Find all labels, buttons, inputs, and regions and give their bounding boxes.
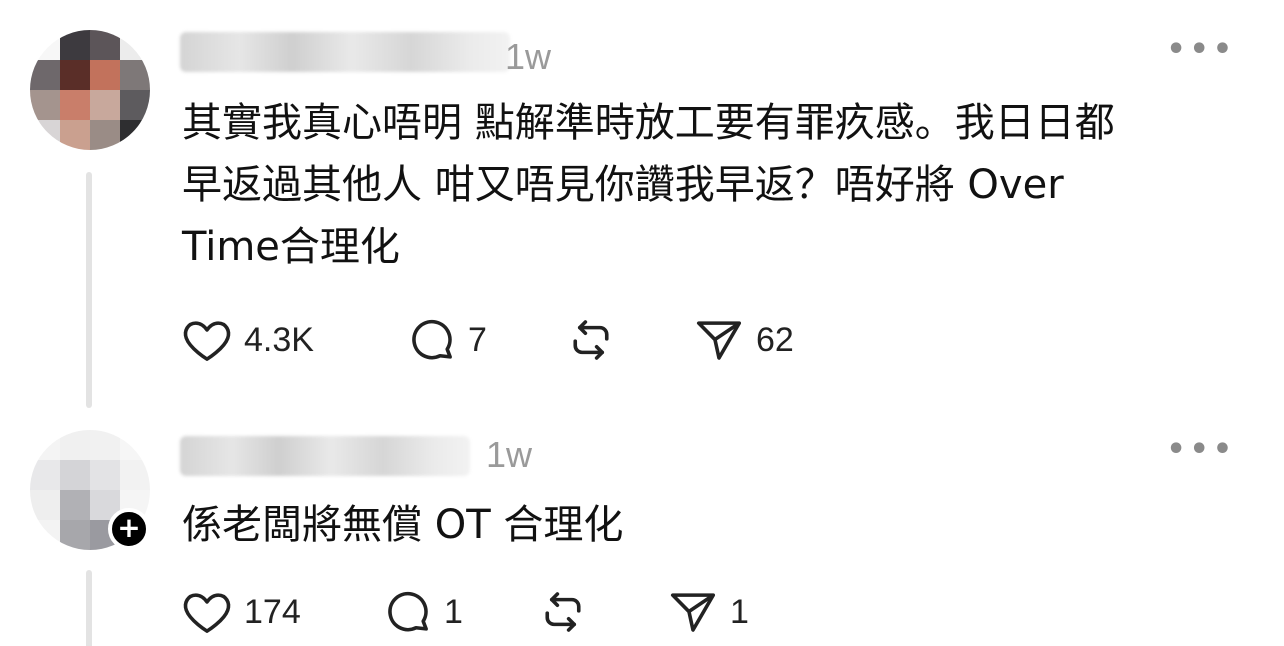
post-text: 係老闆將無償 OT 合理化 bbox=[182, 502, 624, 548]
share-count: 1 bbox=[730, 592, 749, 631]
avatar-pixel bbox=[60, 90, 90, 120]
comment-icon bbox=[412, 319, 452, 360]
repost-icon bbox=[573, 320, 609, 360]
more-options-icon[interactable]: ••• bbox=[1166, 35, 1236, 65]
avatar-pixel bbox=[30, 460, 60, 490]
more-options-icon[interactable]: ••• bbox=[1166, 435, 1236, 465]
avatar-pixel bbox=[60, 60, 90, 90]
heart-icon bbox=[183, 593, 231, 633]
avatar-pixel bbox=[60, 430, 90, 460]
reply-count: 7 bbox=[468, 320, 487, 359]
avatar-pixel bbox=[60, 520, 90, 550]
avatar-pixel bbox=[30, 430, 60, 460]
share-count: 62 bbox=[756, 320, 794, 359]
avatar-pixel bbox=[60, 30, 90, 60]
send-icon bbox=[696, 321, 742, 360]
comment-icon bbox=[388, 591, 428, 632]
like-button[interactable]: 4.3K bbox=[180, 314, 314, 366]
avatar-pixel bbox=[30, 520, 60, 550]
post-text: 其實我真心唔明 點解準時放工要有罪疚感。我日日都 早返過其他人 咁又唔見你讚我早… bbox=[182, 100, 1115, 270]
post-time: 1w bbox=[486, 434, 533, 475]
avatar-pixel bbox=[60, 120, 90, 150]
reply-button[interactable]: 7 bbox=[404, 314, 487, 366]
avatar-pixel bbox=[60, 490, 90, 520]
avatar-pixel bbox=[90, 460, 120, 490]
username-redacted[interactable] bbox=[180, 32, 510, 72]
threads-replies: 1w ••• 其實我真心唔明 點解準時放工要有罪疚感。我日日都 早返過其他人 咁… bbox=[0, 0, 1284, 646]
avatar-pixel bbox=[90, 30, 120, 60]
avatar-pixel bbox=[120, 430, 150, 460]
repost-button[interactable] bbox=[536, 586, 590, 638]
avatar-pixel bbox=[90, 60, 120, 90]
avatar-pixel bbox=[60, 460, 90, 490]
share-button[interactable]: 62 bbox=[692, 314, 794, 366]
avatar-pixel bbox=[120, 120, 150, 150]
avatar-pixel bbox=[120, 60, 150, 90]
like-count: 174 bbox=[244, 592, 301, 631]
username-redacted[interactable] bbox=[180, 436, 470, 476]
reply-count: 1 bbox=[444, 592, 463, 631]
avatar-pixel bbox=[90, 90, 120, 120]
reply-button[interactable]: 1 bbox=[380, 586, 463, 638]
heart-icon bbox=[183, 321, 231, 361]
avatar[interactable] bbox=[30, 30, 150, 150]
repost-icon bbox=[545, 592, 581, 632]
avatar-pixel bbox=[90, 430, 120, 460]
post: 1w ••• 其實我真心唔明 點解準時放工要有罪疚感。我日日都 早返過其他人 咁… bbox=[0, 0, 1284, 420]
avatar-pixel bbox=[30, 490, 60, 520]
avatar-pixel bbox=[30, 90, 60, 120]
avatar-pixel bbox=[120, 90, 150, 120]
thread-line bbox=[86, 172, 92, 408]
repost-button[interactable] bbox=[564, 314, 618, 366]
avatar-pixel bbox=[30, 60, 60, 90]
send-icon bbox=[670, 593, 716, 632]
like-count: 4.3K bbox=[244, 320, 314, 359]
avatar-pixel bbox=[30, 120, 60, 150]
avatar-pixel bbox=[90, 120, 120, 150]
thread-line bbox=[86, 570, 92, 646]
like-button[interactable]: 174 bbox=[180, 586, 301, 638]
post-time: 1w bbox=[505, 36, 552, 77]
avatar-pixel bbox=[30, 30, 60, 60]
share-button[interactable]: 1 bbox=[666, 586, 749, 638]
avatar-pixel bbox=[120, 460, 150, 490]
post: + 1w ••• 係老闆將無償 OT 合理化 174 1 1 bbox=[0, 420, 1284, 646]
avatar-pixel bbox=[120, 30, 150, 60]
follow-badge[interactable]: + bbox=[108, 508, 150, 550]
